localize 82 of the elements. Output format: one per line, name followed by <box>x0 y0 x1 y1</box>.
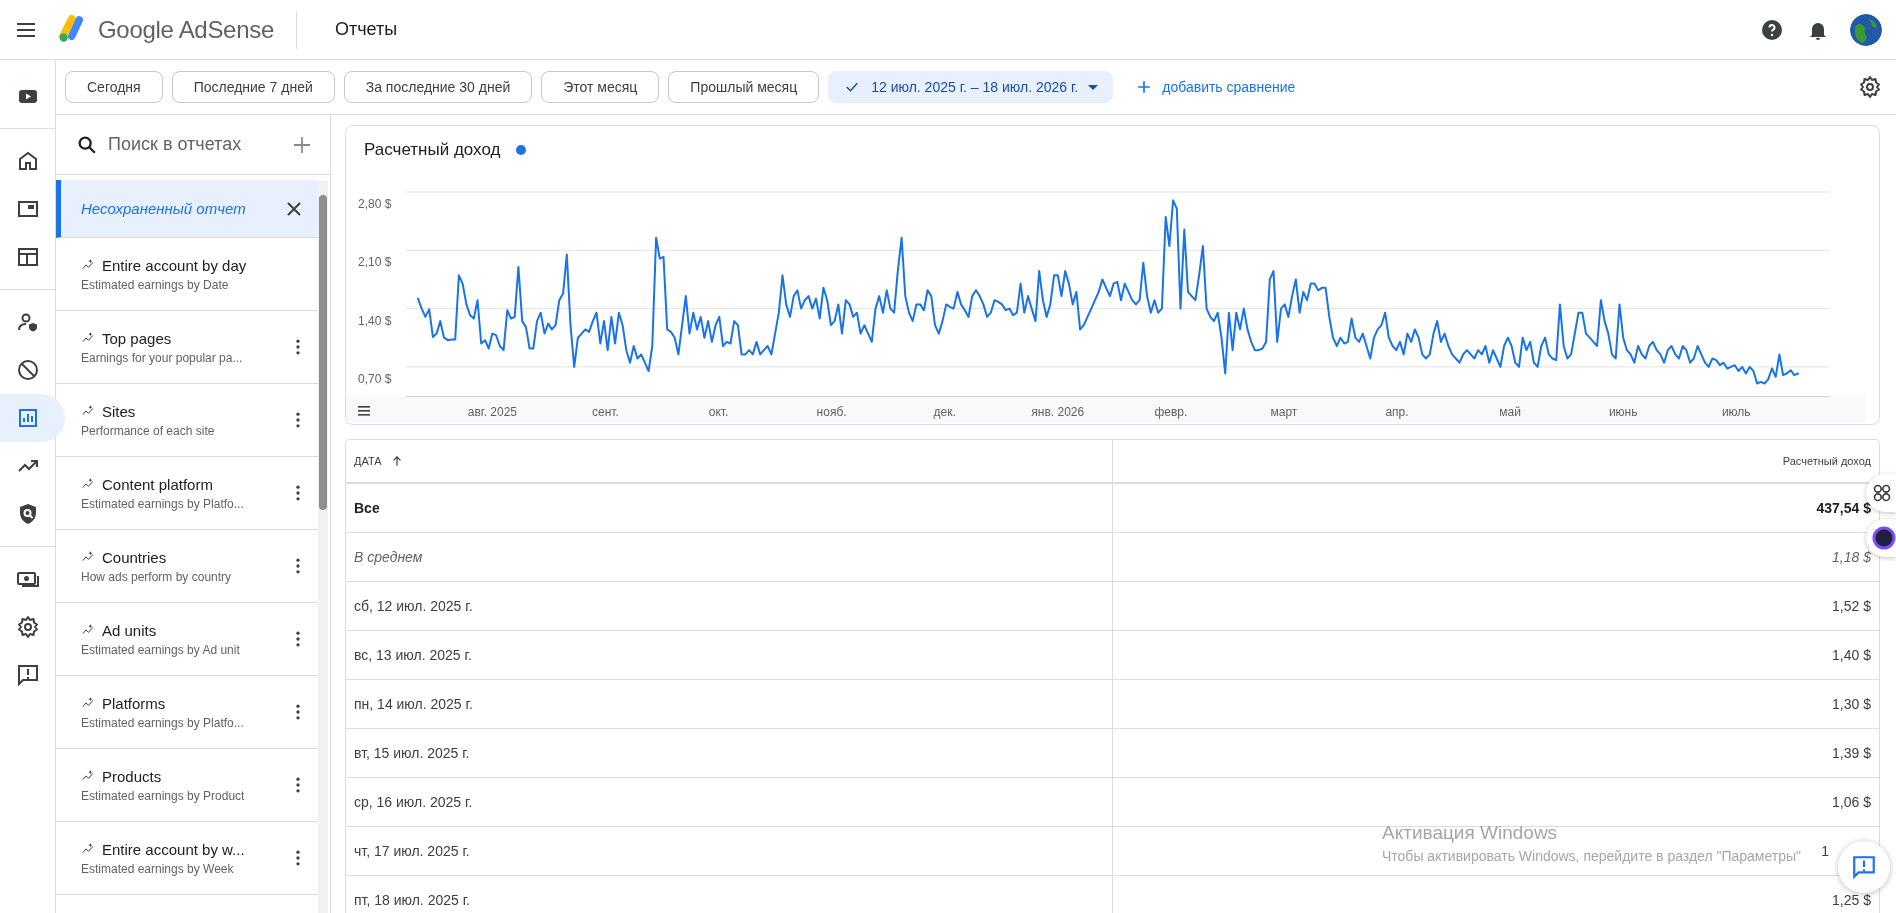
table-cell: вс, 13 июл. 2025 г. <box>354 647 472 663</box>
report-subtitle: Earnings for your popular pa... <box>81 350 244 365</box>
report-title: Entire account by day <box>102 256 247 274</box>
activation-title: Активация Windows <box>1382 822 1559 844</box>
report-title: Countries <box>102 548 167 566</box>
table-cell: 1,18 $ <box>1832 549 1871 565</box>
axis-label: дек. <box>933 405 956 419</box>
scrollbar[interactable] <box>318 181 328 913</box>
table-cell: 1,25 $ <box>1832 892 1871 908</box>
table-cell: сб, 12 июл. 2025 г. <box>354 598 473 614</box>
page-title: Отчеты <box>334 19 398 40</box>
shortcut-icon[interactable] <box>1872 483 1892 503</box>
add-comparison-link[interactable]: добавить сравнение <box>1128 76 1302 98</box>
block-icon[interactable] <box>15 358 40 382</box>
table-cell: вт, 15 июл. 2025 г. <box>354 745 470 761</box>
feedback-icon <box>1851 854 1877 880</box>
axis-label: 0,70 $ <box>358 371 392 386</box>
table-cell: В среднем <box>354 549 423 565</box>
report-subtitle: Estimated earnings by Product <box>81 788 246 803</box>
column-header[interactable]: ДАТА <box>354 454 404 468</box>
axis-label: авг. 2025 <box>467 405 518 419</box>
unsaved-report-label: Несохраненный отчет <box>81 200 246 217</box>
report-subtitle: How ads perform by country <box>81 569 233 584</box>
axis-label: февр. <box>1154 405 1188 419</box>
column-header[interactable]: Расчетный доход <box>1782 455 1871 467</box>
date-range-chip[interactable]: Прошлый месяц <box>668 71 820 103</box>
caret-icon <box>1088 84 1099 90</box>
report-title: Sites <box>102 402 136 420</box>
axis-label: сент. <box>592 405 619 419</box>
report-title: Entire account by w... <box>102 840 245 858</box>
axis-label: май <box>1499 405 1521 419</box>
table-cell: 1,52 $ <box>1832 598 1871 614</box>
date-range-chip[interactable]: 12 июл. 2025 г. – 18 июл. 2026 г. <box>828 71 1114 103</box>
report-title: Ad units <box>102 621 157 639</box>
report-subtitle: Estimated earnings by Ad unit <box>81 642 241 657</box>
date-range-chip[interactable]: Последние 7 дней <box>171 71 335 103</box>
product-name: Google AdSense <box>98 15 274 44</box>
axis-label: июнь <box>1608 405 1638 419</box>
table-cell: 437,54 $ <box>1816 500 1871 516</box>
table-cell: чт, 17 июл. 2025 г. <box>354 843 470 859</box>
date-range-chip[interactable]: Этот месяц <box>541 71 660 103</box>
settings-icon[interactable] <box>15 615 40 639</box>
axis-label: апр. <box>1385 405 1409 419</box>
extension-icon[interactable] <box>1872 526 1896 550</box>
table-cell: Все <box>354 500 380 516</box>
feedback-button[interactable] <box>1838 841 1890 893</box>
axis-label: июль <box>1721 405 1751 419</box>
axis-label: 2,10 $ <box>358 255 392 270</box>
date-range-chip[interactable]: Сегодня <box>65 71 163 103</box>
avatar[interactable] <box>1850 13 1882 46</box>
table-cell: 1,40 $ <box>1832 647 1871 663</box>
axis-label: янв. 2026 <box>1031 405 1085 419</box>
unsaved-report-item[interactable]: Несохраненный отчет <box>56 180 318 238</box>
report-subtitle: Estimated earnings by Platfo... <box>81 496 245 511</box>
axis-label: нояб. <box>816 405 847 419</box>
report-subtitle: Performance of each site <box>81 423 216 438</box>
axis-label: март <box>1270 405 1298 419</box>
menu-icon[interactable] <box>358 406 370 416</box>
chart-title: Расчетный доход <box>364 140 501 160</box>
report-title: Platforms <box>102 694 166 712</box>
report-title: Content platform <box>102 475 213 493</box>
table-cell: ср, 16 июл. 2025 г. <box>354 794 473 810</box>
table-cell: пн, 14 июл. 2025 г. <box>354 696 473 712</box>
report-subtitle: Estimated earnings by Week <box>81 861 235 876</box>
activation-text: Чтобы активировать Windows, перейдите в раздел "Параметры" <box>1382 848 1802 864</box>
axis-label: окт. <box>708 405 729 419</box>
table-cell: 1,39 $ <box>1832 745 1871 761</box>
table-cell: 1,30 $ <box>1832 696 1871 712</box>
report-subtitle: Estimated earnings by Date <box>81 277 230 292</box>
report-title: Products <box>102 767 162 785</box>
date-range-chip[interactable]: За последние 30 дней <box>343 71 533 103</box>
settings-icon[interactable] <box>1858 75 1882 99</box>
table-cell: 1 <box>1821 843 1829 859</box>
feedback-icon[interactable] <box>15 663 40 687</box>
report-subtitle: Estimated earnings by Platfo... <box>81 715 245 730</box>
axis-label: 1,40 $ <box>358 313 392 328</box>
axis-label: 2,80 $ <box>358 197 392 211</box>
table-cell: пт, 18 июл. 2025 г. <box>354 892 470 908</box>
table-cell: 1,06 $ <box>1832 794 1871 810</box>
report-title: Top pages <box>102 329 172 347</box>
layout-icon[interactable] <box>15 245 40 269</box>
help-icon[interactable] <box>1760 17 1784 42</box>
